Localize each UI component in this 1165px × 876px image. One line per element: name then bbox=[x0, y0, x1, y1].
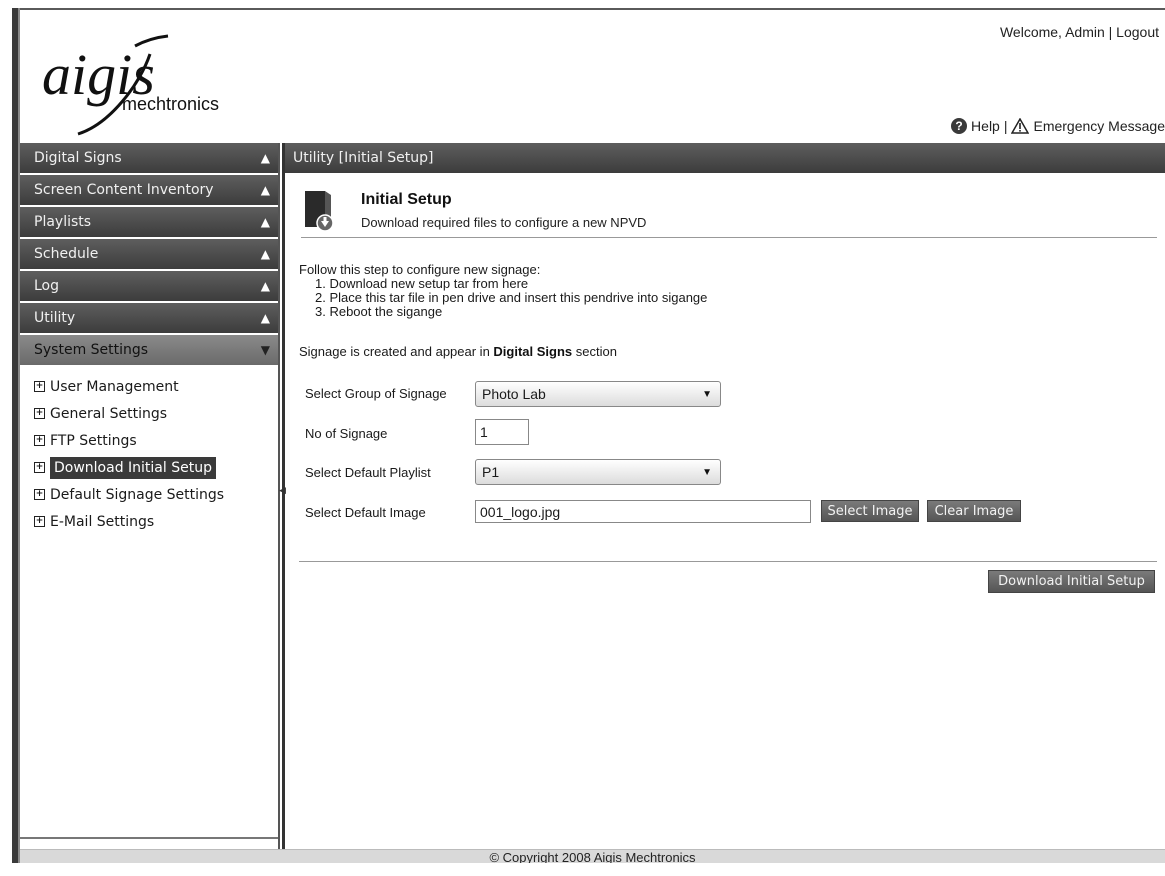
chevron-down-icon: ▼ bbox=[260, 343, 270, 357]
sidebar-item-user-management[interactable]: + User Management bbox=[34, 373, 278, 400]
logo-text-sub: mechtronics bbox=[122, 94, 219, 114]
instruction-step: 1. Download new setup tar from here bbox=[315, 276, 529, 291]
sidebar-section-digital-signs[interactable]: Digital Signs ▲ bbox=[20, 143, 278, 173]
chevron-up-icon: ▲ bbox=[260, 247, 270, 261]
expand-icon: + bbox=[34, 435, 45, 446]
sidebar-bottom-bar bbox=[20, 837, 278, 849]
sidebar-section-log[interactable]: Log ▲ bbox=[20, 271, 278, 301]
expand-icon: + bbox=[34, 408, 45, 419]
sidebar-item-ftp-settings[interactable]: + FTP Settings bbox=[34, 427, 278, 454]
welcome-text: Welcome, Admin | bbox=[999, 24, 1117, 40]
expand-icon: + bbox=[34, 381, 45, 392]
group-label: Select Group of Signage bbox=[305, 386, 447, 401]
instruction-step: 2. Place this tar file in pen drive and … bbox=[315, 290, 708, 305]
select-image-button[interactable]: Select Image bbox=[821, 500, 919, 522]
chevron-up-icon: ▲ bbox=[260, 311, 270, 325]
chevron-up-icon: ▲ bbox=[260, 215, 270, 229]
help-link[interactable]: Help bbox=[971, 118, 1000, 134]
sidebar-item-label: User Management bbox=[50, 378, 179, 395]
header: aigis mechtronics Welcome, Admin | Logou… bbox=[20, 10, 1165, 143]
dropdown-arrow-icon: ▼ bbox=[702, 388, 712, 400]
playlist-select[interactable]: P1 ▼ bbox=[475, 459, 721, 485]
default-image-value: 001_logo.jpg bbox=[480, 503, 561, 520]
emergency-message-link[interactable]: Emergency Message bbox=[1033, 118, 1165, 134]
sidebar-section-utility[interactable]: Utility ▲ bbox=[20, 303, 278, 333]
sidebar-section-label: Digital Signs bbox=[34, 150, 122, 166]
aigis-logo[interactable]: aigis mechtronics bbox=[40, 24, 260, 144]
frame-top bbox=[0, 0, 1165, 8]
sidebar-section-system-settings[interactable]: System Settings ▼ bbox=[20, 335, 278, 365]
expand-icon: + bbox=[34, 516, 45, 527]
welcome-bar: Welcome, Admin | Logout bbox=[1000, 24, 1159, 40]
sidebar-item-label: E-Mail Settings bbox=[50, 513, 155, 530]
signage-count-value: 1 bbox=[480, 424, 488, 440]
signage-note: Signage is created and appear in Digital… bbox=[299, 344, 617, 359]
sidebar-section-playlists[interactable]: Playlists ▲ bbox=[20, 207, 278, 237]
chevron-up-icon: ▲ bbox=[260, 151, 270, 165]
sidebar-item-label: General Settings bbox=[50, 405, 168, 422]
sidebar-section-label: Utility bbox=[34, 310, 76, 326]
page-header: Initial Setup Download required files to… bbox=[301, 187, 1157, 238]
sidebar-item-general-settings[interactable]: + General Settings bbox=[34, 400, 278, 427]
page-bottom-margin bbox=[0, 863, 1165, 876]
warning-icon[interactable] bbox=[1011, 118, 1030, 134]
chevron-up-icon: ▲ bbox=[260, 279, 270, 293]
help-icon[interactable]: ? bbox=[951, 118, 968, 134]
sidebar-item-default-signage-settings[interactable]: + Default Signage Settings bbox=[34, 481, 278, 508]
download-initial-setup-button[interactable]: Download Initial Setup bbox=[988, 570, 1155, 593]
expand-icon: + bbox=[34, 489, 45, 500]
panel-title: Utility [Initial Setup] bbox=[285, 143, 1165, 173]
sidebar-item-label: Download Initial Setup bbox=[50, 456, 216, 479]
default-image-input[interactable]: 001_logo.jpg bbox=[475, 500, 811, 523]
help-bar: ? Help | Emergency Message bbox=[951, 118, 1165, 134]
page-subtitle: Download required files to configure a n… bbox=[361, 215, 647, 230]
playlist-label: Select Default Playlist bbox=[305, 465, 431, 480]
sidebar-section-label: System Settings bbox=[34, 342, 149, 358]
count-label: No of Signage bbox=[305, 426, 388, 441]
sidebar-item-download-initial-setup[interactable]: + Download Initial Setup bbox=[34, 454, 278, 481]
image-label: Select Default Image bbox=[305, 505, 426, 520]
sidebar-section-label: Screen Content Inventory bbox=[34, 182, 214, 198]
footer: © Copyright 2008 Aigis Mechtronics bbox=[20, 849, 1165, 865]
sidebar: Digital Signs ▲ Screen Content Inventory ▲… bbox=[20, 143, 280, 849]
group-select[interactable]: Photo Lab ▼ bbox=[475, 381, 721, 407]
sidebar-section-label: Playlists bbox=[34, 214, 92, 230]
sidebar-item-label: Default Signage Settings bbox=[50, 486, 225, 503]
instructions: Follow this step to configure new signag… bbox=[299, 263, 707, 319]
chevron-up-icon: ▲ bbox=[260, 183, 270, 197]
group-select-value: Photo Lab bbox=[482, 386, 546, 402]
logout-link[interactable]: Logout bbox=[1116, 24, 1159, 40]
sidebar-section-label: Log bbox=[34, 278, 60, 294]
divider bbox=[299, 561, 1157, 562]
sidebar-item-email-settings[interactable]: + E-Mail Settings bbox=[34, 508, 278, 535]
playlist-select-value: P1 bbox=[482, 464, 500, 480]
download-setup-icon bbox=[305, 191, 334, 232]
signage-count-input[interactable]: 1 bbox=[475, 419, 529, 445]
note-text: Signage is created and appear in bbox=[299, 344, 494, 359]
instructions-intro: Follow this step to configure new signag… bbox=[299, 262, 541, 277]
main-panel: Utility [Initial Setup] Initial Setup Do… bbox=[282, 143, 1165, 849]
help-separator: | bbox=[1003, 118, 1008, 134]
sidebar-item-label: FTP Settings bbox=[50, 432, 137, 449]
note-text: section bbox=[572, 344, 617, 359]
sidebar-section-screen-content-inventory[interactable]: Screen Content Inventory ▲ bbox=[20, 175, 278, 205]
system-settings-subitems: + User Management + General Settings + FTP … bbox=[20, 367, 278, 535]
logo-graphic: aigis mechtronics bbox=[42, 34, 219, 136]
instruction-step: 3. Reboot the sigange bbox=[315, 304, 443, 319]
sidebar-section-label: Schedule bbox=[34, 246, 99, 262]
clear-image-button[interactable]: Clear Image bbox=[927, 500, 1021, 522]
dropdown-arrow-icon: ▼ bbox=[702, 466, 712, 478]
note-bold-text: Digital Signs bbox=[493, 344, 573, 359]
sidebar-section-schedule[interactable]: Schedule ▲ bbox=[20, 239, 278, 269]
expand-icon: + bbox=[34, 462, 45, 473]
page-title: Initial Setup bbox=[361, 191, 452, 208]
